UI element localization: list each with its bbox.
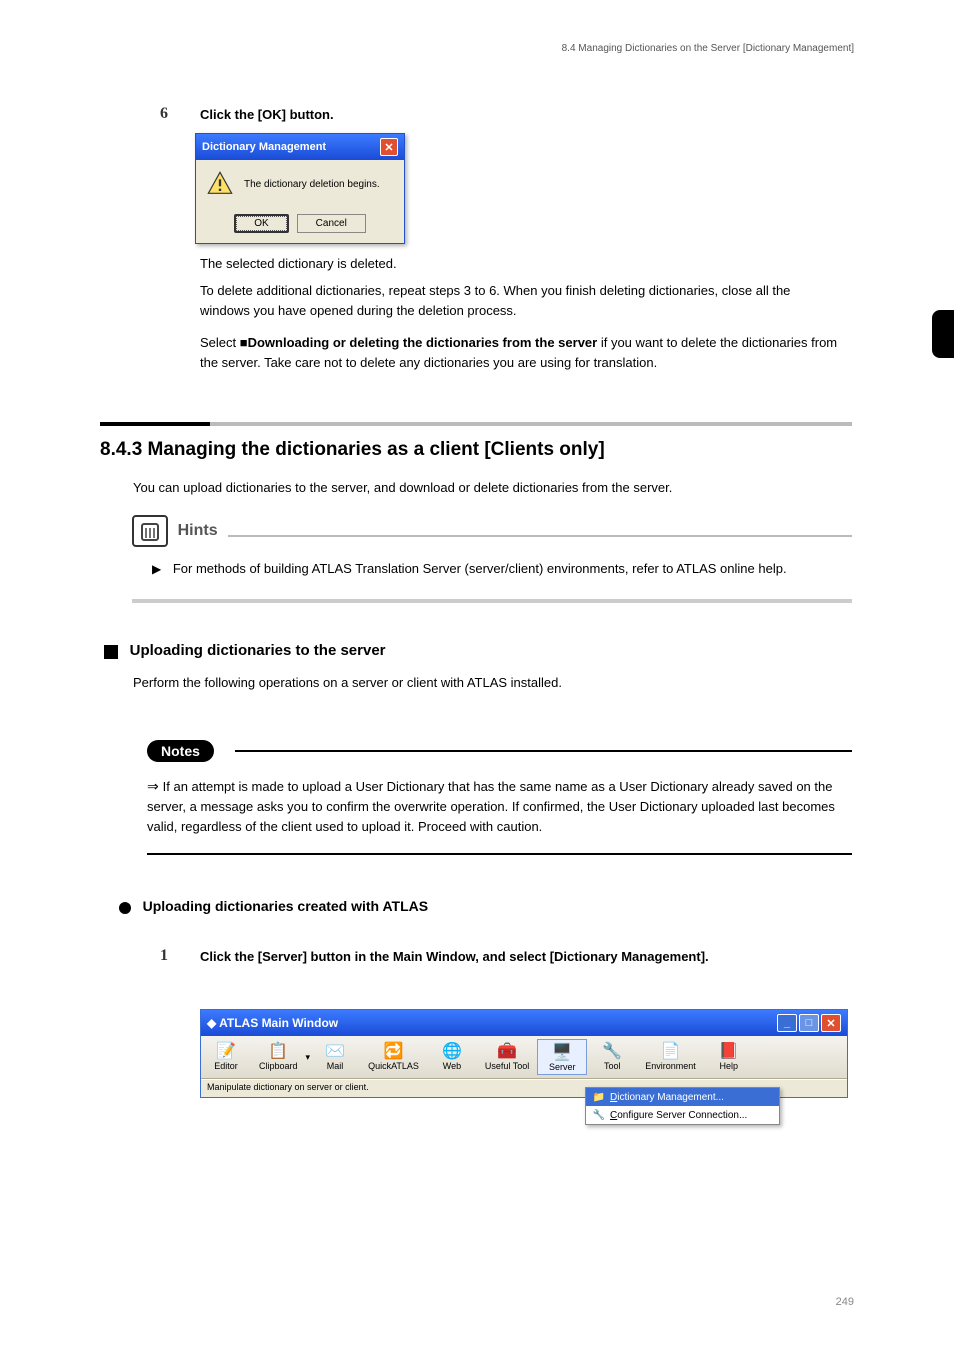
dialog-title: Dictionary Management xyxy=(202,141,326,153)
ref-note: Select ■Downloading or deleting the dict… xyxy=(200,333,840,372)
web-button[interactable]: 🌐 Web xyxy=(427,1039,477,1075)
dialog-message: The dictionary deletion begins. xyxy=(244,179,380,190)
help-button[interactable]: 📕 Help xyxy=(704,1039,754,1075)
cancel-button[interactable]: Cancel xyxy=(297,214,366,233)
maximize-icon[interactable]: □ xyxy=(799,1014,819,1032)
dialog-buttons: OK Cancel xyxy=(196,208,404,243)
ok-button[interactable]: OK xyxy=(234,214,288,233)
tool-icon: 🔧 xyxy=(602,1041,622,1061)
ref-note-bold: ■Downloading or deleting the dictionarie… xyxy=(240,335,597,350)
notes-box: Notes xyxy=(147,740,852,752)
arrow-right-icon: ⇒ xyxy=(147,778,163,794)
editor-button[interactable]: 📝 Editor xyxy=(201,1039,251,1075)
hints-box: Hints xyxy=(132,515,852,537)
upload-heading-row: Uploading dictionaries to the server xyxy=(104,642,386,659)
breadcrumb: 8.4 Managing Dictionaries on the Server … xyxy=(562,43,854,54)
page-number: 249 xyxy=(836,1296,854,1308)
side-tab xyxy=(932,310,954,358)
notes-bottom-line xyxy=(147,853,852,855)
clipboard-label: Clipboard xyxy=(259,1061,298,1071)
window-controls: _ □ ✕ xyxy=(777,1014,841,1032)
configure-icon: 🔧 xyxy=(592,1108,606,1122)
mail-icon: ✉️ xyxy=(325,1041,345,1061)
warning-icon xyxy=(206,170,234,198)
window-title: ATLAS Main Window xyxy=(219,1016,338,1030)
section-rule-gray xyxy=(210,422,852,426)
page-header: 8.4 Managing Dictionaries on the Server … xyxy=(562,43,854,54)
environment-button[interactable]: 📄 Environment xyxy=(637,1039,704,1075)
hints-line xyxy=(228,535,852,537)
hints-label: Hints xyxy=(178,522,218,539)
circle-bullet-icon xyxy=(119,902,131,914)
tool-label: Tool xyxy=(604,1061,621,1071)
useful-tool-button[interactable]: 🧰 Useful Tool xyxy=(477,1039,537,1075)
close-icon[interactable]: ✕ xyxy=(821,1014,841,1032)
repeat-note: To delete additional dictionaries, repea… xyxy=(200,281,840,320)
step1-heading: Uploading dictionaries created with ATLA… xyxy=(143,898,428,914)
useful-tool-icon: 🧰 xyxy=(497,1041,517,1061)
square-bullet-icon xyxy=(104,645,118,659)
ref-note-prefix: Select xyxy=(200,335,240,350)
hints-row: ▶ For methods of building ATLAS Translat… xyxy=(152,559,852,579)
notes-content: ⇒ If an attempt is made to upload a User… xyxy=(147,776,852,836)
close-icon[interactable]: ✕ xyxy=(380,138,398,156)
notes-line xyxy=(235,750,852,752)
section-heading: 8.4.3 Managing the dictionaries as a cli… xyxy=(100,439,850,461)
tool-button[interactable]: 🔧 Tool xyxy=(587,1039,637,1075)
notes-label: Notes xyxy=(147,740,214,762)
menu-dictionary-management[interactable]: 📁 Dictionary Management... xyxy=(586,1088,779,1106)
step-1-text: Click the [Server] button in the Main Wi… xyxy=(200,949,840,964)
dialog-figure: Dictionary Management ✕ The dictionary d… xyxy=(195,133,405,244)
step-6-number: 6 xyxy=(160,105,168,123)
step1-heading-row: Uploading dictionaries created with ATLA… xyxy=(119,898,428,914)
pencil-icon xyxy=(132,515,168,547)
upload-intro: Perform the following operations on a se… xyxy=(133,673,851,693)
quickatlas-label: QuickATLAS xyxy=(368,1061,419,1071)
step-1-number: 1 xyxy=(160,947,168,965)
menu-dict-label: ictionary Management... xyxy=(617,1092,724,1103)
hints-arrow-icon: ▶ xyxy=(152,562,161,576)
menu-configure-label: onfigure Server Connection... xyxy=(617,1110,747,1121)
environment-icon: 📄 xyxy=(661,1041,681,1061)
environment-label: Environment xyxy=(645,1061,696,1071)
editor-label: Editor xyxy=(214,1061,238,1071)
quickatlas-button[interactable]: 🔁 QuickATLAS xyxy=(360,1039,427,1075)
help-label: Help xyxy=(720,1061,739,1071)
server-button[interactable]: 🖥️ Server xyxy=(537,1039,587,1075)
web-label: Web xyxy=(443,1061,461,1071)
hints-text: For methods of building ATLAS Translatio… xyxy=(173,561,787,576)
window-title-row: ◆ ATLAS Main Window xyxy=(207,1016,338,1030)
menu-configure-server[interactable]: 🔧 Configure Server Connection... xyxy=(586,1106,779,1124)
toolbar: 📝 Editor 📋 Clipboard ▾ ✉️ Mail 🔁 QuickAT… xyxy=(201,1036,847,1079)
clipboard-icon: 📋 xyxy=(268,1041,288,1061)
dialog-content: The dictionary deletion begins. xyxy=(196,160,404,208)
server-icon: 🖥️ xyxy=(552,1042,572,1062)
minimize-icon[interactable]: _ xyxy=(777,1014,797,1032)
hints-bottom-line xyxy=(132,599,852,603)
dict-mgmt-icon: 📁 xyxy=(592,1090,606,1104)
step-6-text: Click the [OK] button. xyxy=(200,107,334,122)
server-menu: 📁 Dictionary Management... 🔧 Configure S… xyxy=(585,1087,780,1125)
help-icon: 📕 xyxy=(719,1041,739,1061)
notes-text: If an attempt is made to upload a User D… xyxy=(147,779,835,834)
section-rule-black xyxy=(100,422,210,426)
quickatlas-icon: 🔁 xyxy=(383,1041,403,1061)
server-label: Server xyxy=(549,1062,576,1072)
upload-heading: Uploading dictionaries to the server xyxy=(130,642,386,659)
dialog-titlebar: Dictionary Management ✕ xyxy=(196,134,404,160)
section-intro: You can upload dictionaries to the serve… xyxy=(133,478,851,498)
after-delete-text: The selected dictionary is deleted. xyxy=(200,254,397,274)
app-icon: ◆ xyxy=(207,1016,216,1030)
web-icon: 🌐 xyxy=(442,1041,462,1061)
section-rule xyxy=(100,422,852,426)
editor-icon: 📝 xyxy=(216,1041,236,1061)
mail-button[interactable]: ✉️ Mail xyxy=(310,1039,360,1075)
mail-label: Mail xyxy=(327,1061,344,1071)
useful-tool-label: Useful Tool xyxy=(485,1061,529,1071)
window-titlebar: ◆ ATLAS Main Window _ □ ✕ xyxy=(201,1010,847,1036)
main-window-figure: ◆ ATLAS Main Window _ □ ✕ 📝 Editor 📋 Cli… xyxy=(200,1009,848,1098)
clipboard-button[interactable]: 📋 Clipboard xyxy=(251,1039,306,1075)
